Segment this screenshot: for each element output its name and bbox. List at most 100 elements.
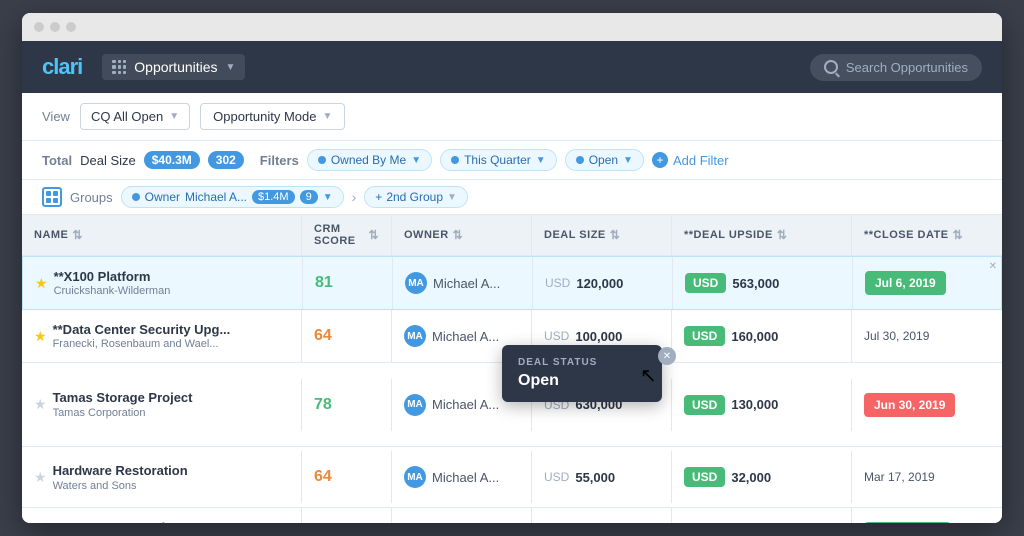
filter-owned-label: Owned By Me bbox=[331, 153, 406, 167]
group-chip-owner[interactable]: Owner Michael A... $1.4M 9 ▼ bbox=[121, 186, 344, 208]
td-owner-4: MA Michael A... bbox=[392, 508, 532, 523]
table-row[interactable]: ★ **X100 Platform Cruickshank-Wilderman … bbox=[22, 256, 1002, 310]
titlebar-dot-red bbox=[34, 22, 44, 32]
amount-3: 55,000 bbox=[575, 470, 615, 485]
filter-owned-chevron: ▼ bbox=[411, 155, 421, 166]
search-box[interactable]: Search Opportunities bbox=[810, 54, 982, 81]
view-select-text: CQ All Open bbox=[91, 109, 163, 124]
deal-amount-badge: $40.3M bbox=[144, 151, 200, 169]
filter-open-chevron: ▼ bbox=[623, 155, 633, 166]
upside-currency-badge-1: USD bbox=[684, 326, 725, 346]
toolbar: View CQ All Open ▼ Opportunity Mode ▼ bbox=[22, 93, 1002, 141]
close-date-badge-4: Aug 3, 2019 bbox=[864, 522, 951, 523]
table-layout-icon[interactable] bbox=[42, 187, 62, 207]
tooltip-close-area: ✕ bbox=[658, 347, 676, 365]
owner-name-2: Michael A... bbox=[432, 397, 499, 412]
currency-0: USD bbox=[545, 276, 570, 290]
td-upside-1: USD 160,000 bbox=[672, 310, 852, 362]
th-name-sort-icon[interactable]: ⇅ bbox=[72, 228, 83, 242]
add-filter-button[interactable]: + Add Filter bbox=[652, 152, 729, 168]
td-upside-2: USD 130,000 bbox=[672, 379, 852, 431]
filter-quarter-dot bbox=[451, 156, 459, 164]
group-amount: $1.4M bbox=[252, 190, 295, 204]
table-row[interactable]: ★ Hardware Restoration Waters and Sons 6… bbox=[22, 447, 1002, 508]
mode-select-chevron: ▼ bbox=[322, 111, 332, 122]
th-owner-sort-icon[interactable]: ⇅ bbox=[453, 228, 464, 242]
td-crm-3: 64 bbox=[302, 451, 392, 503]
star-icon-0[interactable]: ★ bbox=[35, 275, 48, 292]
filter-chip-quarter[interactable]: This Quarter ▼ bbox=[440, 149, 557, 171]
upside-currency-badge-3: USD bbox=[684, 467, 725, 487]
currency-1: USD bbox=[544, 329, 569, 343]
upside-amount-0: 563,000 bbox=[732, 276, 779, 291]
filters-label: Filters bbox=[260, 153, 299, 168]
opp-name-0: **X100 Platform bbox=[54, 269, 171, 286]
titlebar bbox=[22, 13, 1002, 41]
view-select-chevron: ▼ bbox=[169, 111, 179, 122]
close-date-badge-red-2: Jun 30, 2019 bbox=[864, 393, 955, 417]
total-label: Total bbox=[42, 153, 72, 168]
search-icon bbox=[824, 60, 838, 74]
groups-bar: Groups Owner Michael A... $1.4M 9 ▼ › + … bbox=[22, 180, 1002, 215]
filter-chip-owned[interactable]: Owned By Me ▼ bbox=[307, 149, 432, 171]
td-name-1: ★ **Data Center Security Upg... Franecki… bbox=[22, 310, 302, 362]
nav-opportunities-button[interactable]: Opportunities ▼ bbox=[102, 54, 245, 80]
filter-dot bbox=[318, 156, 326, 164]
th-owner: OWNER ⇅ bbox=[392, 215, 532, 255]
td-name-2: ★ Tamas Storage Project Tamas Corporatio… bbox=[22, 379, 302, 431]
table-container: NAME ⇅ CRM SCORE ⇅ OWNER ⇅ DEAL SIZE ⇅ *… bbox=[22, 215, 1002, 523]
td-close-4: Aug 3, 2019 bbox=[852, 508, 1002, 523]
crm-score-0: 81 bbox=[315, 274, 333, 292]
view-select[interactable]: CQ All Open ▼ bbox=[80, 103, 190, 130]
group-owner-label: Owner bbox=[145, 190, 180, 204]
opp-name-1: **Data Center Security Upg... bbox=[53, 322, 231, 339]
view-label: View bbox=[42, 109, 70, 124]
td-name-3: ★ Hardware Restoration Waters and Sons bbox=[22, 451, 302, 503]
star-icon-1[interactable]: ★ bbox=[34, 328, 47, 345]
nav-chevron-icon: ▼ bbox=[226, 62, 236, 73]
tooltip-title: DEAL STATUS bbox=[518, 357, 646, 368]
owner-name-1: Michael A... bbox=[432, 329, 499, 344]
star-icon-2[interactable]: ★ bbox=[34, 396, 47, 413]
cursor-indicator: ↖ bbox=[640, 363, 657, 388]
add-filter-icon: + bbox=[652, 152, 668, 168]
opp-company-2: Tamas Corporation bbox=[53, 407, 193, 419]
filter-open-dot bbox=[576, 156, 584, 164]
td-name-4: ★ IT Storage Upgrade Gulgowski-Osinski bbox=[22, 508, 302, 523]
upside-currency-badge-2: USD bbox=[684, 395, 725, 415]
td-crm-2: 78 bbox=[302, 379, 392, 431]
td-deal-3: USD 55,000 bbox=[532, 451, 672, 503]
group-chevron: ▼ bbox=[323, 192, 333, 203]
table-row[interactable]: ★ IT Storage Upgrade Gulgowski-Osinski 6… bbox=[22, 508, 1002, 523]
filter-bar: Total Deal Size $40.3M 302 Filters Owned… bbox=[22, 141, 1002, 180]
close-date-text-1: Jul 30, 2019 bbox=[864, 329, 929, 343]
owner-avatar-0: MA bbox=[405, 272, 427, 294]
th-close-sort-icon[interactable]: ⇅ bbox=[953, 228, 964, 242]
star-icon-3[interactable]: ★ bbox=[34, 469, 47, 486]
upside-amount-3: 32,000 bbox=[731, 470, 771, 485]
row-close-icon-0[interactable]: ✕ bbox=[989, 261, 997, 272]
opp-name-4: IT Storage Upgrade bbox=[53, 520, 173, 523]
th-deal-sort-icon[interactable]: ⇅ bbox=[610, 228, 621, 242]
tooltip-close-button[interactable]: ✕ bbox=[658, 347, 676, 365]
filter-open-label: Open bbox=[589, 153, 618, 167]
owner-avatar-3: MA bbox=[404, 466, 426, 488]
th-crm-sort-icon[interactable]: ⇅ bbox=[368, 228, 379, 242]
td-owner-0: MA Michael A... bbox=[393, 257, 533, 309]
logo: clari bbox=[42, 54, 82, 80]
filter-quarter-label: This Quarter bbox=[464, 153, 531, 167]
search-placeholder: Search Opportunities bbox=[846, 60, 968, 75]
arrow-right-icon: › bbox=[352, 189, 357, 205]
td-crm-4: 69 bbox=[302, 508, 392, 523]
owner-name-0: Michael A... bbox=[433, 276, 500, 291]
td-upside-3: USD 32,000 bbox=[672, 451, 852, 503]
owner-avatar-2: MA bbox=[404, 394, 426, 416]
opp-company-0: Cruickshank-Wilderman bbox=[54, 285, 171, 297]
th-upside-sort-icon[interactable]: ⇅ bbox=[777, 228, 788, 242]
filter-chip-open[interactable]: Open ▼ bbox=[565, 149, 644, 171]
add-group-button[interactable]: + 2nd Group ▼ bbox=[364, 186, 468, 208]
td-close-0: Jul 6, 2019 bbox=[853, 257, 1002, 309]
td-upside-4: USD 209,000 bbox=[672, 508, 852, 523]
mode-select[interactable]: Opportunity Mode ▼ bbox=[200, 103, 345, 130]
td-crm-1: 64 bbox=[302, 310, 392, 362]
